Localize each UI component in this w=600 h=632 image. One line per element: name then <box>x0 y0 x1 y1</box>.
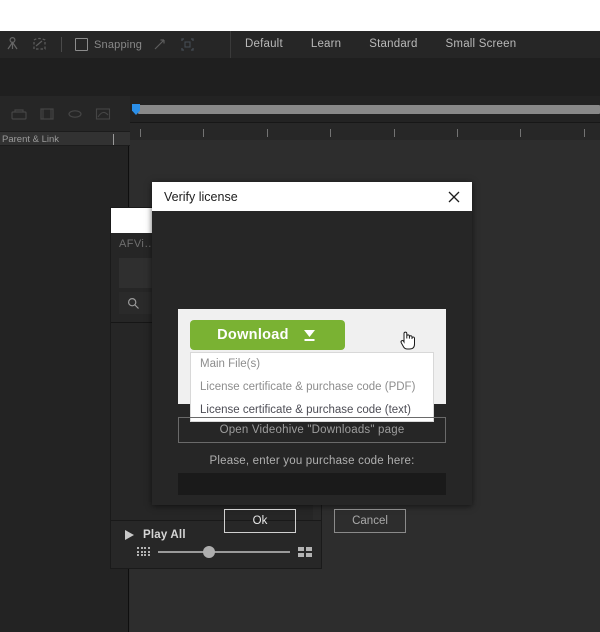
tab-small-screen[interactable]: Small Screen <box>432 31 531 58</box>
snapping-toggle[interactable]: Snapping <box>75 38 142 51</box>
verify-license-dialog: Verify license Download Main File(s) Lic… <box>152 182 472 533</box>
play-all-row[interactable]: Play All <box>125 529 186 541</box>
parent-link-caret <box>113 134 114 145</box>
purchase-code-input[interactable] <box>178 473 446 495</box>
ruler-tick <box>140 129 141 137</box>
timeline-header <box>130 96 600 141</box>
workspace-tabs: Default Learn Standard Small Screen <box>231 31 530 58</box>
film-icon[interactable] <box>38 106 56 122</box>
ruler-tick <box>584 129 585 137</box>
play-all-label: Play All <box>143 529 186 541</box>
open-downloads-page-button[interactable]: Open Videohive "Downloads" page <box>178 417 446 443</box>
tab-standard[interactable]: Standard <box>355 31 431 58</box>
download-options-list[interactable]: Main File(s) License certificate & purch… <box>190 352 434 422</box>
list-item[interactable]: Main File(s) <box>191 353 433 376</box>
toolbar-tools-group: Snapping <box>0 31 196 58</box>
timeline-ruler[interactable] <box>130 122 600 141</box>
list-item[interactable]: License certificate & purchase code (PDF… <box>191 376 433 399</box>
app-window: Snapping Default Learn Standard Small Sc… <box>0 0 600 632</box>
ruler-tick <box>330 129 331 137</box>
dialog-title: Verify license <box>164 189 238 204</box>
grid-dots-icon[interactable] <box>137 547 150 557</box>
ruler-tick <box>267 129 268 137</box>
layer-tools-row <box>0 96 140 131</box>
tile-view-icon[interactable] <box>298 547 312 557</box>
top-blank-strip <box>0 0 600 31</box>
dialog-titlebar: Verify license <box>152 182 472 211</box>
ruler-tick <box>457 129 458 137</box>
slider-knob[interactable] <box>202 546 215 558</box>
tab-learn[interactable]: Learn <box>297 31 355 58</box>
graph-editor-icon[interactable] <box>94 106 112 122</box>
ruler-tick <box>203 129 204 137</box>
snapping-label: Snapping <box>94 38 143 51</box>
main-toolbar: Snapping Default Learn Standard Small Sc… <box>0 31 600 59</box>
ruler-tick <box>394 129 395 137</box>
ruler-tick <box>520 129 521 137</box>
parent-and-link-header: Parent & Link <box>0 131 130 146</box>
play-triangle-icon[interactable] <box>125 530 134 540</box>
toolbar-divider <box>61 37 62 52</box>
parent-link-label: Parent & Link <box>2 134 60 145</box>
tab-default[interactable]: Default <box>231 31 297 58</box>
puppet-pin-icon[interactable] <box>4 36 21 53</box>
timeline-scrollbar[interactable] <box>138 105 600 114</box>
roto-brush-icon[interactable] <box>31 36 48 53</box>
anchor-align-icon[interactable] <box>152 36 169 53</box>
composition-band <box>0 58 600 96</box>
eraser-icon[interactable] <box>66 106 84 122</box>
download-card: Download Main File(s) License certificat… <box>178 309 446 422</box>
cancel-button[interactable]: Cancel <box>334 509 406 533</box>
download-button-label: Download <box>217 327 289 343</box>
download-button[interactable]: Download <box>190 320 345 350</box>
purchase-code-prompt: Please, enter you purchase code here: <box>209 455 415 467</box>
extension-panel-brand: AFVi… <box>119 238 156 250</box>
snapping-checkbox-icon[interactable] <box>75 38 88 51</box>
search-icon <box>127 297 139 309</box>
region-of-interest-icon[interactable] <box>179 36 196 53</box>
ok-button[interactable]: Ok <box>224 509 296 533</box>
close-icon[interactable] <box>446 189 462 205</box>
download-arrow-icon <box>303 329 315 341</box>
layer-list-body <box>0 146 129 632</box>
thumbnail-size-slider[interactable] <box>158 546 290 558</box>
thumbnail-size-row <box>137 546 312 558</box>
camera-icon[interactable] <box>10 106 28 122</box>
dialog-body: Download Main File(s) License certificat… <box>152 211 472 533</box>
